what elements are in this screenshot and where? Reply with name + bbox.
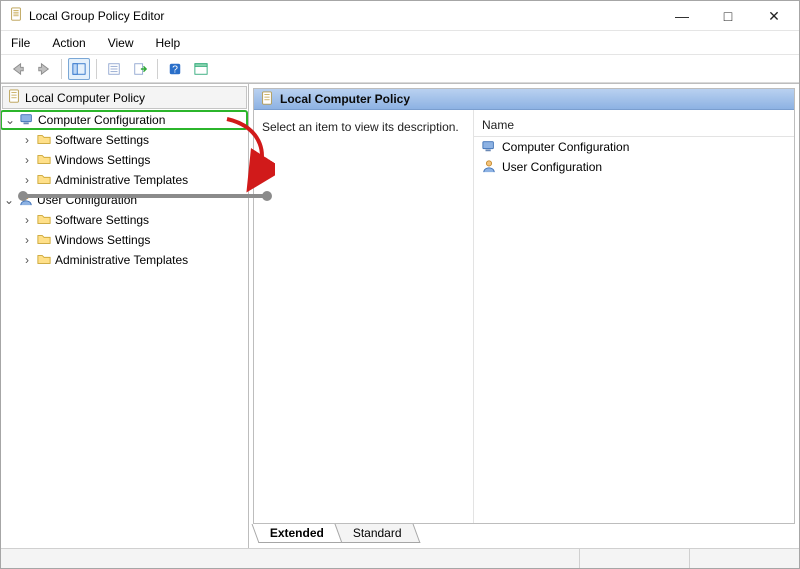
list-item-label: Computer Configuration [502, 140, 629, 154]
show-hide-tree-button[interactable] [68, 58, 90, 80]
content-header-title: Local Computer Policy [280, 92, 410, 106]
tree-item-computer-configuration[interactable]: ⌄ Computer Configuration › [1, 110, 248, 190]
bottom-tabs: Extended Standard [249, 524, 799, 548]
tree-item-label: Windows Settings [55, 153, 150, 167]
policy-root-icon [260, 91, 274, 108]
tree-root-label: Local Computer Policy [25, 91, 145, 105]
menubar: File Action View Help [1, 31, 799, 55]
user-icon [19, 192, 33, 209]
chevron-right-icon[interactable]: › [21, 213, 33, 227]
menu-action[interactable]: Action [48, 34, 89, 52]
tree-item-label: User Configuration [37, 193, 137, 207]
policy-root-icon [7, 89, 21, 106]
status-cell [689, 549, 799, 568]
chevron-right-icon[interactable]: › [21, 153, 33, 167]
maximize-button[interactable]: □ [705, 1, 751, 31]
user-icon [482, 159, 496, 176]
description-text: Select an item to view its description. [262, 120, 459, 134]
statusbar [1, 548, 799, 568]
export-list-button[interactable] [129, 58, 151, 80]
app-icon [9, 7, 23, 24]
toolbar-separator [61, 59, 62, 79]
tree: ⌄ Computer Configuration › [1, 110, 248, 270]
tree-item-software-settings[interactable]: › Software Settings [1, 210, 248, 230]
chevron-right-icon[interactable]: › [21, 133, 33, 147]
computer-icon [20, 112, 34, 129]
folder-icon [37, 152, 51, 169]
chevron-right-icon[interactable]: › [21, 233, 33, 247]
tree-pane[interactable]: Local Computer Policy ⌄ Computer Configu… [1, 84, 249, 548]
tree-item-label: Administrative Templates [55, 253, 188, 267]
window-frame: Local Group Policy Editor — □ ✕ File Act… [0, 0, 800, 569]
column-header-name[interactable]: Name [474, 114, 794, 137]
menu-help[interactable]: Help [152, 34, 185, 52]
list-item[interactable]: Computer Configuration [474, 137, 794, 157]
tab-extended[interactable]: Extended [252, 524, 343, 543]
description-column: Select an item to view its description. [254, 110, 474, 523]
content-body: Local Computer Policy Select an item to … [253, 88, 795, 524]
tree-item-label: Software Settings [55, 213, 149, 227]
tree-item-label: Computer Configuration [38, 113, 165, 127]
svg-text:?: ? [172, 63, 178, 75]
content-header: Local Computer Policy [254, 89, 794, 110]
filter-button[interactable] [190, 58, 212, 80]
tree-item-software-settings[interactable]: › Software Settings [1, 130, 248, 150]
tab-standard[interactable]: Standard [335, 524, 421, 543]
titlebar: Local Group Policy Editor — □ ✕ [1, 1, 799, 31]
list-column: Name Computer Configuration User Config [474, 110, 794, 523]
tree-item-label: Software Settings [55, 133, 149, 147]
folder-icon [37, 252, 51, 269]
close-button[interactable]: ✕ [751, 1, 797, 31]
folder-icon [37, 232, 51, 249]
tree-item-admin-templates[interactable]: › Administrative Templates [1, 250, 248, 270]
properties-button[interactable] [103, 58, 125, 80]
chevron-down-icon[interactable]: ⌄ [3, 193, 15, 207]
tree-item-admin-templates[interactable]: › Administrative Templates [1, 170, 248, 190]
chevron-right-icon[interactable]: › [21, 173, 33, 187]
folder-icon [37, 132, 51, 149]
computer-icon [482, 139, 496, 156]
tree-item-windows-settings[interactable]: › Windows Settings [1, 150, 248, 170]
toolbar-separator [96, 59, 97, 79]
content-columns: Select an item to view its description. … [254, 110, 794, 523]
content-pane: Local Computer Policy Select an item to … [249, 84, 799, 548]
menu-view[interactable]: View [104, 34, 138, 52]
chevron-right-icon[interactable]: › [21, 253, 33, 267]
folder-icon [37, 212, 51, 229]
folder-icon [37, 172, 51, 189]
tree-item-windows-settings[interactable]: › Windows Settings [1, 230, 248, 250]
tree-root[interactable]: Local Computer Policy [2, 86, 247, 109]
tree-item-label: Administrative Templates [55, 173, 188, 187]
client-area: Local Computer Policy ⌄ Computer Configu… [1, 83, 799, 548]
tree-item-label: Windows Settings [55, 233, 150, 247]
toolbar: ? [1, 55, 799, 83]
chevron-down-icon[interactable]: ⌄ [4, 113, 16, 127]
status-cell [579, 549, 689, 568]
back-button[interactable] [7, 58, 29, 80]
window-title: Local Group Policy Editor [29, 9, 659, 23]
list-item-label: User Configuration [502, 160, 602, 174]
window-controls: — □ ✕ [659, 1, 797, 31]
minimize-button[interactable]: — [659, 1, 705, 31]
menu-file[interactable]: File [7, 34, 34, 52]
tree-item-user-configuration[interactable]: ⌄ User Configuration › Sof [1, 190, 248, 270]
forward-button[interactable] [33, 58, 55, 80]
list-item[interactable]: User Configuration [474, 157, 794, 177]
help-button[interactable]: ? [164, 58, 186, 80]
toolbar-separator [157, 59, 158, 79]
